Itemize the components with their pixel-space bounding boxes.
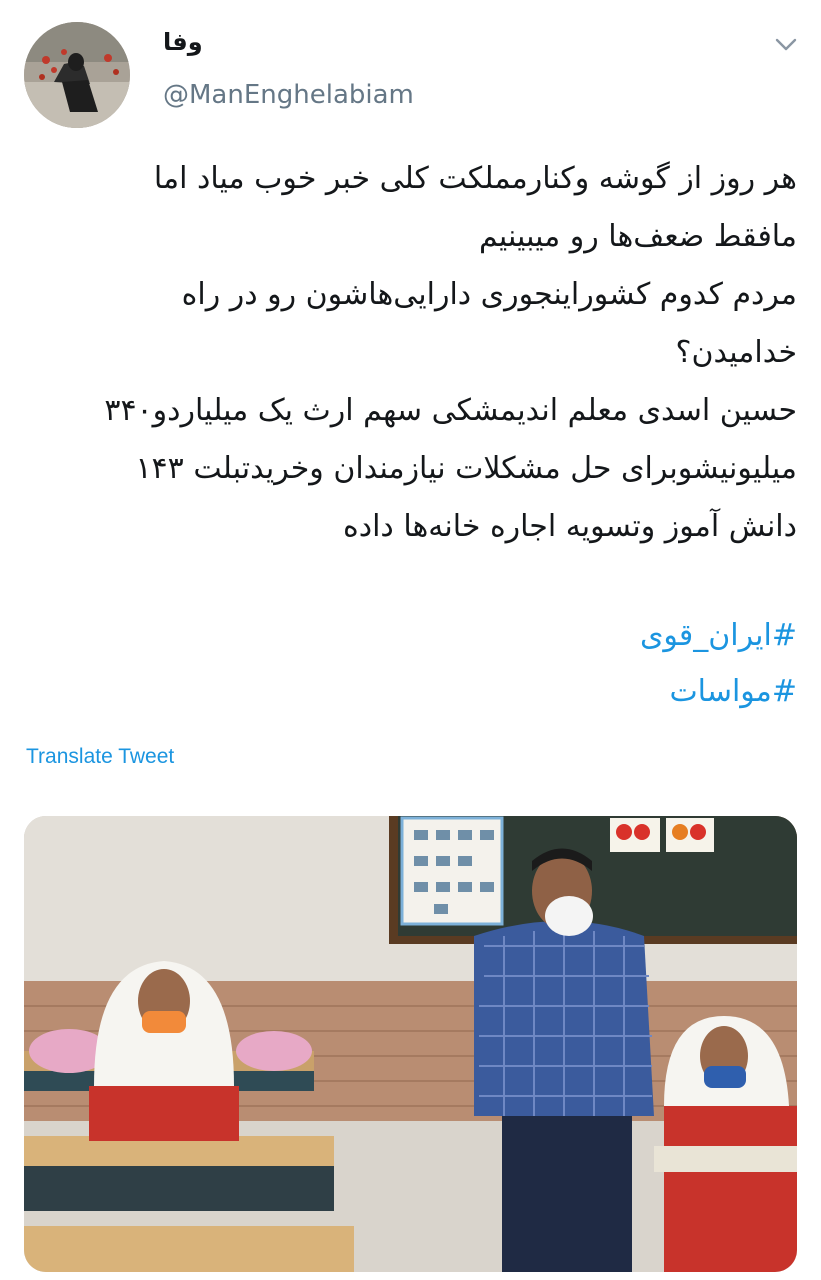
tweet-menu-button[interactable] bbox=[768, 30, 804, 60]
tweet-text-line: مردم کدوم کشوراینجوری دارایی‌هاشون رو در… bbox=[181, 277, 797, 312]
hashtag-link[interactable]: #ایران_قوی bbox=[24, 608, 797, 664]
tweet-text-line: دانش آموز وتسویه اجاره خانه‌ها داده bbox=[343, 509, 797, 544]
tweet-text-line: مافقط ضعف‌ها رو میبینیم bbox=[478, 219, 797, 254]
tweet-text: هر روز از گوشه وکنارمملکت کلی خبر خوب می… bbox=[24, 150, 797, 556]
tweet-text-line: هر روز از گوشه وکنارمملکت کلی خبر خوب می… bbox=[153, 161, 797, 196]
hashtag-list: #ایران_قوی #مواسات bbox=[24, 608, 797, 720]
author-avatar[interactable] bbox=[24, 22, 130, 128]
author-display-name[interactable]: وفا bbox=[163, 28, 203, 56]
tweet-text-line: میلیونیشوبرای حل مشکلات نیازمندان وخریدت… bbox=[135, 451, 797, 486]
tweet-card: وفا @ManEnghelabiam هر روز از گوشه وکنار… bbox=[0, 0, 821, 1280]
translate-tweet-link[interactable]: Translate Tweet bbox=[26, 745, 174, 769]
chevron-down-icon bbox=[775, 38, 797, 51]
tweet-text-line: حسین اسدی معلم اندیمشکی سهم ارث یک میلیا… bbox=[104, 393, 797, 428]
avatar-photo bbox=[24, 22, 130, 128]
classroom-photo bbox=[24, 816, 797, 1272]
author-handle[interactable]: @ManEnghelabiam bbox=[163, 80, 414, 110]
tweet-media-photo[interactable] bbox=[24, 816, 797, 1272]
hashtag-link[interactable]: #مواسات bbox=[24, 664, 797, 720]
tweet-text-line: خدامیدن؟ bbox=[675, 335, 797, 370]
